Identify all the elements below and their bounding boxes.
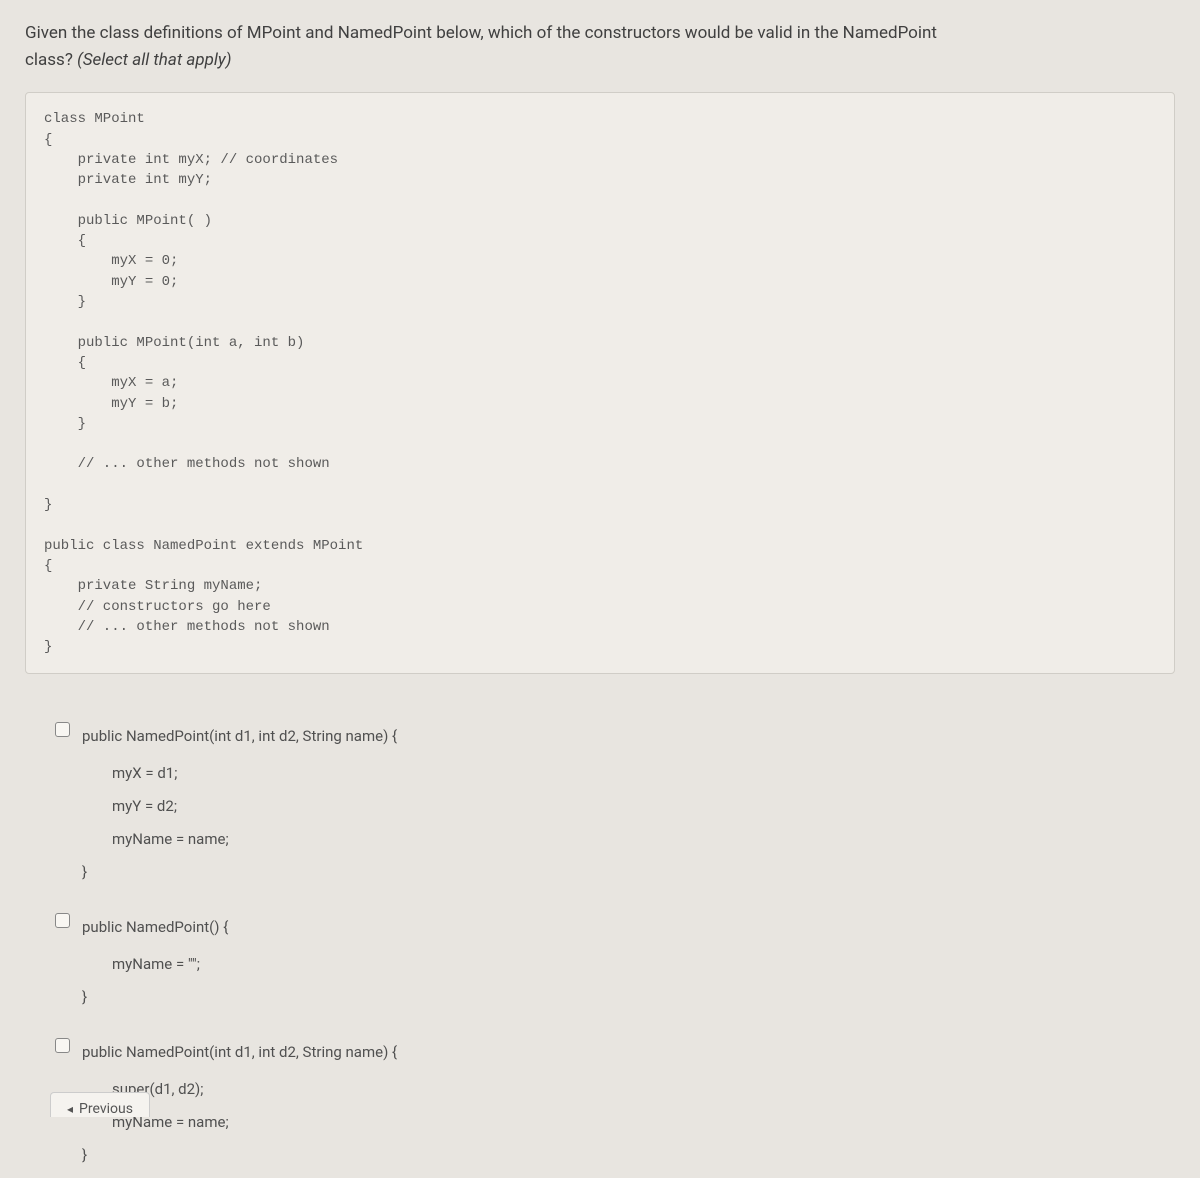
- previous-arrow-icon: ◂: [67, 1102, 73, 1116]
- answer-option[interactable]: public NamedPoint(int d1, int d2, String…: [55, 714, 1175, 895]
- answer-line: myName = name;: [82, 823, 397, 856]
- answer-code: public NamedPoint() { myName = ""; }: [82, 911, 228, 1014]
- answer-close: }: [82, 856, 397, 889]
- checkbox[interactable]: [55, 913, 70, 928]
- answer-option[interactable]: public NamedPoint() { myName = ""; }: [55, 905, 1175, 1020]
- question-line2-italic: (Select all that apply): [77, 50, 231, 70]
- answers-container: public NamedPoint(int d1, int d2, String…: [25, 714, 1175, 1178]
- previous-label: Previous: [79, 1101, 133, 1117]
- answer-option[interactable]: public NamedPoint(int d1, int d2, String…: [55, 1030, 1175, 1178]
- answer-close: }: [82, 1139, 397, 1172]
- question-text: Given the class definitions of MPoint an…: [25, 20, 1175, 74]
- previous-button[interactable]: ◂ Previous: [50, 1092, 150, 1117]
- answer-line: myName = "";: [82, 948, 228, 981]
- answer-head: public NamedPoint(int d1, int d2, String…: [82, 720, 397, 753]
- answer-close: }: [82, 981, 228, 1014]
- checkbox[interactable]: [55, 722, 70, 737]
- answer-line: myX = d1;: [82, 757, 397, 790]
- code-block: class MPoint { private int myX; // coord…: [25, 92, 1175, 674]
- checkbox[interactable]: [55, 1038, 70, 1053]
- answer-line: myY = d2;: [82, 790, 397, 823]
- answer-head: public NamedPoint(int d1, int d2, String…: [82, 1036, 397, 1069]
- question-line1: Given the class definitions of MPoint an…: [25, 23, 937, 43]
- question-line2-prefix: class?: [25, 50, 77, 70]
- answer-code: public NamedPoint(int d1, int d2, String…: [82, 720, 397, 889]
- answer-head: public NamedPoint() {: [82, 911, 228, 944]
